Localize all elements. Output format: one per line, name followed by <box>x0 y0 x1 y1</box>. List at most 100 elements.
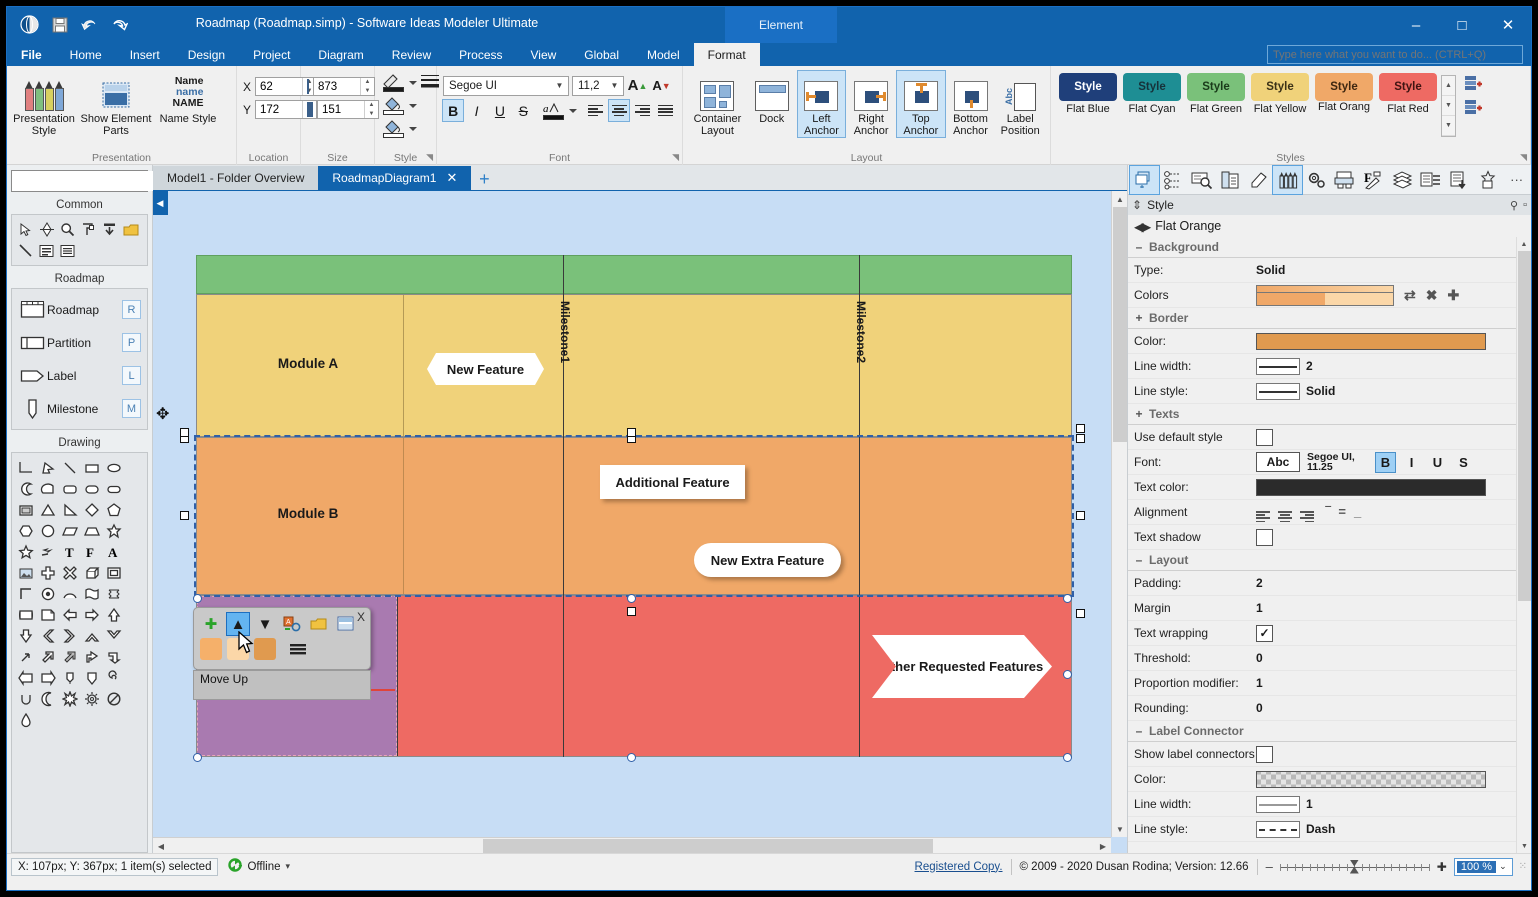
zoom-slider[interactable] <box>1279 859 1430 874</box>
y-input[interactable] <box>256 101 303 118</box>
pentagon-shape-icon[interactable] <box>103 499 125 520</box>
callout-left-shape-icon[interactable] <box>15 667 37 688</box>
width-input[interactable] <box>314 78 360 95</box>
line-color-caret-icon[interactable] <box>409 81 417 85</box>
gallery-scroll-down[interactable]: ▼ <box>1442 96 1455 116</box>
stadium-shape-icon[interactable] <box>81 478 103 499</box>
resize-handle-ml[interactable] <box>180 511 189 520</box>
properties-icon[interactable] <box>1245 166 1274 194</box>
style-swatch-flat-green[interactable]: Style <box>1187 73 1245 101</box>
anchor-handle-bl[interactable] <box>193 594 202 603</box>
swap-colors-icon[interactable]: ⇄ <box>1404 287 1416 304</box>
container-layout-button[interactable]: Container Layout <box>689 71 746 137</box>
checkbox-show-label-connectors[interactable] <box>1256 745 1273 763</box>
style-swatch-flat-orange[interactable]: Style <box>1315 73 1373 101</box>
font-b-button[interactable]: B <box>1375 451 1396 473</box>
remove-color-icon[interactable]: ✖ <box>1426 287 1438 304</box>
no-entry-shape-icon[interactable] <box>103 688 125 709</box>
strikethrough-button[interactable]: S <box>513 100 533 121</box>
scroll-right-icon[interactable]: ▶ <box>1095 838 1111 853</box>
italic-button[interactable]: I <box>466 100 486 121</box>
ribbon-tab-diagram[interactable]: Diagram <box>304 43 377 66</box>
banner-shape-icon[interactable] <box>81 583 103 604</box>
style-swatch-flat-red[interactable]: Style <box>1379 73 1437 101</box>
toolbox-search[interactable] <box>11 170 172 192</box>
style-scroll-thumb[interactable] <box>1518 251 1531 601</box>
diamond-shape-icon[interactable] <box>81 499 103 520</box>
note-icon[interactable] <box>120 219 141 240</box>
arrow-right-shape-icon[interactable] <box>81 604 103 625</box>
rectangle-shape-icon[interactable] <box>81 457 103 478</box>
align-top-icon[interactable]: ‾ <box>1326 504 1330 519</box>
output-icon[interactable] <box>1330 166 1359 194</box>
close-icon[interactable]: X <box>357 610 365 624</box>
toolbox-item-label[interactable]: Label L <box>15 359 144 392</box>
zoom-caret-icon[interactable]: ⌄ <box>1496 861 1510 872</box>
line-color-button[interactable] <box>381 73 417 93</box>
resize-handle-mr[interactable] <box>1076 511 1085 520</box>
ribbon-tab-model[interactable]: Model <box>633 43 694 66</box>
x-cross-shape-icon[interactable] <box>59 562 81 583</box>
arrow-ne-3d-shape-icon[interactable] <box>59 646 81 667</box>
insert-icon[interactable] <box>99 219 120 240</box>
cube-shape-icon[interactable] <box>81 562 103 583</box>
top-anchor-button[interactable]: Top Anchor <box>895 70 946 138</box>
width-stepper[interactable]: ▲▼ <box>313 77 375 96</box>
double-square-shape-icon[interactable] <box>103 562 125 583</box>
diagrams-icon[interactable] <box>1129 164 1160 195</box>
text-a-shape-icon[interactable]: A <box>103 541 125 562</box>
move-down-button[interactable]: ▼ <box>254 613 276 635</box>
scroll-shape-icon[interactable] <box>15 604 37 625</box>
arrow-left-shape-icon[interactable] <box>59 604 81 625</box>
font-u-button[interactable]: U <box>1428 453 1447 472</box>
moon-shape-icon[interactable] <box>37 688 59 709</box>
bold-button[interactable]: B <box>441 99 465 122</box>
color-swatch-color[interactable] <box>1256 332 1486 350</box>
ribbon-tab-review[interactable]: Review <box>378 43 445 66</box>
height-input[interactable] <box>318 101 364 118</box>
scroll-down-icon[interactable]: ▼ <box>1112 821 1127 837</box>
bottom-anchor-button[interactable]: Bottom Anchor <box>947 71 995 137</box>
secondary-fill-color-button[interactable] <box>381 119 417 139</box>
move-cross-icon[interactable]: ✥ <box>156 404 169 424</box>
gallery-expand[interactable]: ▼ <box>1442 116 1455 136</box>
align-left-icon[interactable] <box>1256 502 1270 523</box>
anchor-handle-bbl[interactable] <box>193 753 202 762</box>
align-right-button[interactable] <box>632 100 652 121</box>
validation-icon[interactable] <box>1445 166 1474 194</box>
documentation-icon[interactable] <box>1216 166 1245 194</box>
connection-caret-icon[interactable]: ▾ <box>286 861 291 872</box>
arrow-ne-shape-icon[interactable] <box>15 646 37 667</box>
show-element-parts-button[interactable]: Show Element Parts <box>79 71 153 137</box>
close-icon[interactable]: ✕ <box>446 170 457 186</box>
canvas-vertical-scrollbar[interactable]: ▲ ▼ <box>1111 191 1127 837</box>
text-color-caret-icon[interactable] <box>568 108 577 113</box>
dock-button[interactable]: Dock <box>748 71 796 125</box>
zoom-in-button[interactable]: ✚ <box>1437 860 1447 874</box>
style-swatch-flat-blue[interactable]: Style <box>1059 73 1117 101</box>
toolbox-item-milestone[interactable]: Milestone M <box>15 392 144 425</box>
group-toggle-background[interactable]: – <box>1134 240 1144 254</box>
ribbon-search-input[interactable] <box>1267 45 1523 64</box>
add-color-icon[interactable]: ✚ <box>1447 287 1459 304</box>
arrow-up-shape-icon[interactable] <box>103 604 125 625</box>
align-left-button[interactable] <box>586 100 606 121</box>
rounded-rect-shape-icon[interactable] <box>59 478 81 499</box>
secondary-fill-caret-icon[interactable] <box>409 127 417 131</box>
scroll-up-icon[interactable]: ▲ <box>1112 191 1127 207</box>
group-toggle-texts[interactable]: + <box>1134 407 1144 421</box>
swatch-3-button[interactable] <box>254 638 276 660</box>
style-scroll-up-icon[interactable]: ▲ <box>1517 237 1531 251</box>
pin-icon[interactable]: ⚲ <box>1510 199 1518 212</box>
star-shape-icon[interactable] <box>15 541 37 562</box>
text-t-shape-icon[interactable]: T <box>59 541 81 562</box>
color-swatch-text-color[interactable] <box>1256 478 1486 496</box>
style-item-flat-blue[interactable]: Style Flat Blue <box>1057 73 1119 115</box>
left-anchor-button[interactable]: Left Anchor <box>796 70 847 138</box>
ribbon-tab-home[interactable]: Home <box>56 43 116 66</box>
font-preview[interactable]: Abc <box>1256 452 1300 472</box>
burst-shape-icon[interactable] <box>59 688 81 709</box>
style-item-flat-green[interactable]: Style Flat Green <box>1185 73 1247 115</box>
swatch-2-button[interactable] <box>227 638 249 660</box>
checkbox-use-default-style[interactable] <box>1256 428 1273 446</box>
